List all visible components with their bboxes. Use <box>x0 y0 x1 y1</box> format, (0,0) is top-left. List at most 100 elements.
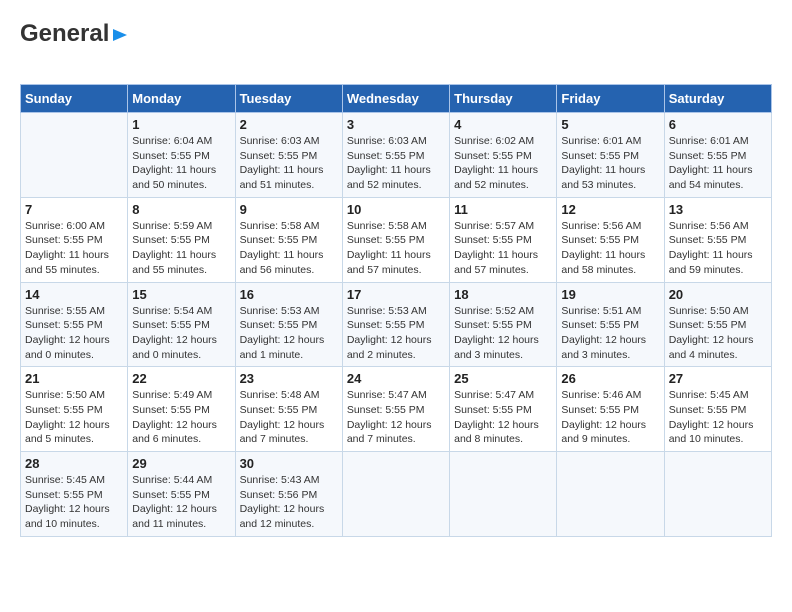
day-number: 15 <box>132 287 230 302</box>
calendar-table: SundayMondayTuesdayWednesdayThursdayFrid… <box>20 84 772 537</box>
day-number: 3 <box>347 117 445 132</box>
calendar-cell <box>342 452 449 537</box>
day-detail: Sunrise: 5:56 AM Sunset: 5:55 PM Dayligh… <box>561 219 659 278</box>
day-number: 4 <box>454 117 552 132</box>
page-header: General <box>20 20 772 74</box>
calendar-week-1: 1Sunrise: 6:04 AM Sunset: 5:55 PM Daylig… <box>21 113 772 198</box>
day-number: 25 <box>454 371 552 386</box>
day-number: 20 <box>669 287 767 302</box>
day-number: 18 <box>454 287 552 302</box>
day-detail: Sunrise: 5:53 AM Sunset: 5:55 PM Dayligh… <box>347 304 445 363</box>
logo: General <box>20 20 129 74</box>
day-number: 5 <box>561 117 659 132</box>
col-header-tuesday: Tuesday <box>235 85 342 113</box>
day-number: 17 <box>347 287 445 302</box>
day-detail: Sunrise: 6:00 AM Sunset: 5:55 PM Dayligh… <box>25 219 123 278</box>
calendar-cell: 6 Sunrise: 6:01 AM Sunset: 5:55 PM Daylig… <box>664 113 771 198</box>
calendar-week-5: 28 Sunrise: 5:45 AM Sunset: 5:55 PM Dayli… <box>21 452 772 537</box>
day-detail: Sunrise: 5:58 AM Sunset: 5:55 PM Dayligh… <box>240 219 338 278</box>
day-detail: Sunrise: 6:03 AM Sunset: 5:55 PM Dayligh… <box>240 134 338 193</box>
calendar-cell: 30Sunrise: 5:43 AM Sunset: 5:56 PM Dayli… <box>235 452 342 537</box>
day-number: 11 <box>454 202 552 217</box>
day-number: 1 <box>132 117 230 132</box>
day-number: 10 <box>347 202 445 217</box>
day-detail: Sunrise: 5:48 AM Sunset: 5:55 PM Dayligh… <box>240 388 338 447</box>
col-header-thursday: Thursday <box>450 85 557 113</box>
calendar-cell: 4 Sunrise: 6:02 AM Sunset: 5:55 PM Daylig… <box>450 113 557 198</box>
day-detail: Sunrise: 5:55 AM Sunset: 5:55 PM Dayligh… <box>25 304 123 363</box>
day-detail: Sunrise: 5:57 AM Sunset: 5:55 PM Dayligh… <box>454 219 552 278</box>
day-number: 23 <box>240 371 338 386</box>
day-number: 2 <box>240 117 338 132</box>
calendar-cell: 13 Sunrise: 5:56 AM Sunset: 5:55 PM Dayli… <box>664 197 771 282</box>
day-detail: Sunrise: 6:03 AM Sunset: 5:55 PM Dayligh… <box>347 134 445 193</box>
calendar-cell: 15 Sunrise: 5:54 AM Sunset: 5:55 PM Dayli… <box>128 282 235 367</box>
col-header-monday: Monday <box>128 85 235 113</box>
day-number: 14 <box>25 287 123 302</box>
calendar-cell: 21Sunrise: 5:50 AM Sunset: 5:55 PM Dayli… <box>21 367 128 452</box>
calendar-cell: 11 Sunrise: 5:57 AM Sunset: 5:55 PM Dayli… <box>450 197 557 282</box>
day-number: 24 <box>347 371 445 386</box>
calendar-cell: 14 Sunrise: 5:55 AM Sunset: 5:55 PM Dayli… <box>21 282 128 367</box>
calendar-cell: 1Sunrise: 6:04 AM Sunset: 5:55 PM Daylig… <box>128 113 235 198</box>
calendar-cell: 9 Sunrise: 5:58 AM Sunset: 5:55 PM Daylig… <box>235 197 342 282</box>
calendar-week-3: 14 Sunrise: 5:55 AM Sunset: 5:55 PM Dayli… <box>21 282 772 367</box>
col-header-saturday: Saturday <box>664 85 771 113</box>
calendar-cell: 3 Sunrise: 6:03 AM Sunset: 5:55 PM Daylig… <box>342 113 449 198</box>
calendar-cell: 26 Sunrise: 5:46 AM Sunset: 5:55 PM Dayli… <box>557 367 664 452</box>
col-header-friday: Friday <box>557 85 664 113</box>
day-number: 26 <box>561 371 659 386</box>
calendar-cell: 10 Sunrise: 5:58 AM Sunset: 5:55 PM Dayli… <box>342 197 449 282</box>
day-detail: Sunrise: 5:46 AM Sunset: 5:55 PM Dayligh… <box>561 388 659 447</box>
day-number: 29 <box>132 456 230 471</box>
day-detail: Sunrise: 5:50 AM Sunset: 5:55 PM Dayligh… <box>669 304 767 363</box>
calendar-cell: 18 Sunrise: 5:52 AM Sunset: 5:55 PM Dayli… <box>450 282 557 367</box>
day-detail: Sunrise: 5:51 AM Sunset: 5:55 PM Dayligh… <box>561 304 659 363</box>
calendar-cell: 25 Sunrise: 5:47 AM Sunset: 5:55 PM Dayli… <box>450 367 557 452</box>
calendar-week-4: 21Sunrise: 5:50 AM Sunset: 5:55 PM Dayli… <box>21 367 772 452</box>
day-detail: Sunrise: 5:45 AM Sunset: 5:55 PM Dayligh… <box>669 388 767 447</box>
day-number: 12 <box>561 202 659 217</box>
day-detail: Sunrise: 5:58 AM Sunset: 5:55 PM Dayligh… <box>347 219 445 278</box>
day-detail: Sunrise: 5:54 AM Sunset: 5:55 PM Dayligh… <box>132 304 230 363</box>
calendar-cell: 24Sunrise: 5:47 AM Sunset: 5:55 PM Dayli… <box>342 367 449 452</box>
calendar-cell <box>450 452 557 537</box>
calendar-cell: 28 Sunrise: 5:45 AM Sunset: 5:55 PM Dayli… <box>21 452 128 537</box>
calendar-cell: 22 Sunrise: 5:49 AM Sunset: 5:55 PM Dayli… <box>128 367 235 452</box>
day-detail: Sunrise: 5:43 AM Sunset: 5:56 PM Dayligh… <box>240 473 338 532</box>
calendar-cell: 20 Sunrise: 5:50 AM Sunset: 5:55 PM Dayli… <box>664 282 771 367</box>
day-detail: Sunrise: 5:53 AM Sunset: 5:55 PM Dayligh… <box>240 304 338 363</box>
calendar-header: SundayMondayTuesdayWednesdayThursdayFrid… <box>21 85 772 113</box>
calendar-cell: 7Sunrise: 6:00 AM Sunset: 5:55 PM Daylig… <box>21 197 128 282</box>
day-detail: Sunrise: 5:56 AM Sunset: 5:55 PM Dayligh… <box>669 219 767 278</box>
day-detail: Sunrise: 5:52 AM Sunset: 5:55 PM Dayligh… <box>454 304 552 363</box>
day-number: 13 <box>669 202 767 217</box>
day-detail: Sunrise: 5:59 AM Sunset: 5:55 PM Dayligh… <box>132 219 230 278</box>
day-detail: Sunrise: 5:45 AM Sunset: 5:55 PM Dayligh… <box>25 473 123 532</box>
day-number: 22 <box>132 371 230 386</box>
calendar-cell: 8 Sunrise: 5:59 AM Sunset: 5:55 PM Daylig… <box>128 197 235 282</box>
calendar-cell: 17 Sunrise: 5:53 AM Sunset: 5:55 PM Dayli… <box>342 282 449 367</box>
calendar-cell <box>557 452 664 537</box>
calendar-cell: 29 Sunrise: 5:44 AM Sunset: 5:55 PM Dayli… <box>128 452 235 537</box>
calendar-cell: 27Sunrise: 5:45 AM Sunset: 5:55 PM Dayli… <box>664 367 771 452</box>
col-header-wednesday: Wednesday <box>342 85 449 113</box>
calendar-cell: 12 Sunrise: 5:56 AM Sunset: 5:55 PM Dayli… <box>557 197 664 282</box>
day-detail: Sunrise: 6:01 AM Sunset: 5:55 PM Dayligh… <box>669 134 767 193</box>
day-detail: Sunrise: 5:47 AM Sunset: 5:55 PM Dayligh… <box>454 388 552 447</box>
day-detail: Sunrise: 5:44 AM Sunset: 5:55 PM Dayligh… <box>132 473 230 532</box>
day-number: 9 <box>240 202 338 217</box>
logo-arrow-icon <box>111 26 129 44</box>
day-number: 6 <box>669 117 767 132</box>
day-detail: Sunrise: 6:02 AM Sunset: 5:55 PM Dayligh… <box>454 134 552 193</box>
day-number: 19 <box>561 287 659 302</box>
calendar-cell: 16Sunrise: 5:53 AM Sunset: 5:55 PM Dayli… <box>235 282 342 367</box>
day-detail: Sunrise: 5:49 AM Sunset: 5:55 PM Dayligh… <box>132 388 230 447</box>
day-number: 8 <box>132 202 230 217</box>
calendar-cell <box>664 452 771 537</box>
calendar-cell: 2 Sunrise: 6:03 AM Sunset: 5:55 PM Daylig… <box>235 113 342 198</box>
day-detail: Sunrise: 5:50 AM Sunset: 5:55 PM Dayligh… <box>25 388 123 447</box>
calendar-cell <box>21 113 128 198</box>
day-number: 28 <box>25 456 123 471</box>
calendar-cell: 23 Sunrise: 5:48 AM Sunset: 5:55 PM Dayli… <box>235 367 342 452</box>
